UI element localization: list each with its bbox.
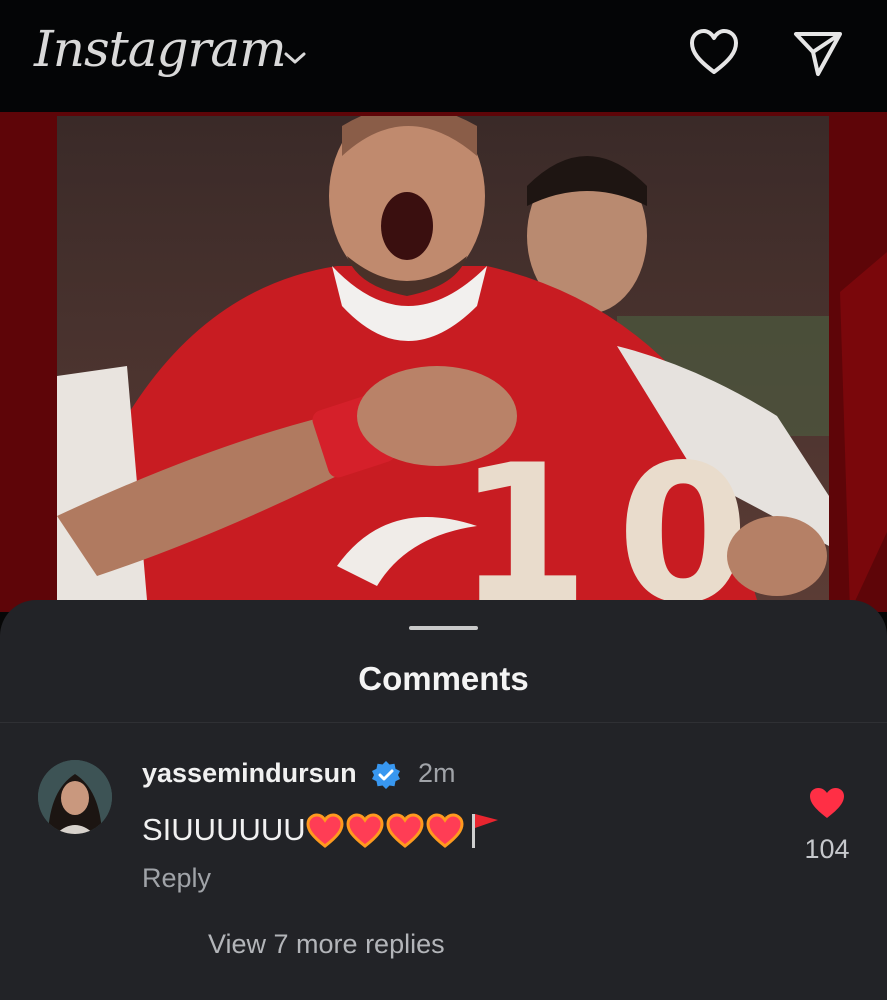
heart-on-fire-icon — [426, 813, 464, 848]
divider — [0, 722, 887, 723]
heart-on-fire-icon — [386, 813, 424, 848]
top-bar: Instagram — [0, 0, 887, 112]
svg-text:0: 0 — [617, 424, 749, 600]
triangular-flag-icon — [472, 814, 498, 848]
football-player-celebration-image: 1 0 — [57, 116, 829, 600]
paper-plane-icon[interactable] — [792, 28, 844, 78]
svg-text:1: 1 — [457, 424, 589, 600]
profile-photo — [38, 760, 112, 834]
heart-filled-icon[interactable] — [808, 786, 846, 820]
sheet-title: Comments — [358, 660, 529, 697]
avatar[interactable] — [38, 760, 112, 834]
reply-button[interactable]: Reply — [142, 863, 211, 894]
instagram-logo[interactable]: Instagram — [34, 20, 287, 78]
verified-badge-icon — [372, 761, 400, 789]
comment-time: 2m — [418, 758, 456, 788]
chevron-down-icon[interactable] — [283, 50, 307, 66]
heart-on-fire-icon — [306, 813, 344, 848]
like-count: 104 — [804, 834, 850, 864]
heart-on-fire-icon — [346, 813, 384, 848]
drag-handle[interactable] — [409, 626, 478, 630]
heart-outline-icon[interactable] — [688, 28, 740, 78]
comment-text: SIUUUUUU — [142, 812, 306, 847]
post-image[interactable]: 1 0 — [57, 116, 829, 600]
comment-username[interactable]: yassemindursun — [142, 758, 357, 789]
view-more-replies-button[interactable]: View 7 more replies — [208, 929, 445, 960]
comment-emojis — [306, 813, 498, 848]
